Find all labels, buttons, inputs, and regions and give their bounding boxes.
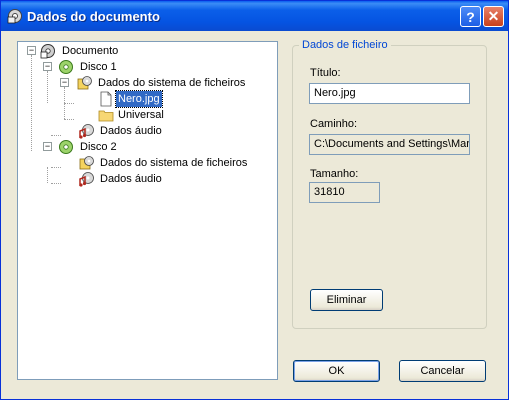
ok-button[interactable]: OK [293,360,380,382]
title-label: Título: [310,67,341,79]
tree-node-audio-data[interactable]: Dados áudio [18,123,218,139]
collapse-toggle[interactable]: − [43,142,52,151]
document-tree[interactable]: − Documento − Disco 1 − Dados do sistema… [17,41,278,380]
filesystem-icon [79,156,94,170]
close-icon: ✕ [487,8,500,24]
tree-node-documento[interactable]: − Documento [18,43,218,59]
cd-burner-icon [40,44,55,59]
collapse-toggle[interactable]: − [43,62,52,71]
file-icon [100,91,112,107]
window-title: Dados do documento [27,9,160,24]
disc-icon [59,60,73,74]
filesystem-icon [77,76,92,90]
tree-node-label: Disco 2 [80,141,117,153]
title-field[interactable]: Nero.jpg [309,83,470,104]
tree-node-label: Dados do sistema de ficheiros [100,157,248,169]
path-field[interactable]: C:\Documents and Settings\Mar [309,134,470,155]
tree-node-label: Documento [62,45,119,57]
collapse-toggle[interactable]: − [60,78,69,87]
audio-data-icon [79,124,94,139]
tree-node-label: Universal [118,109,164,121]
tree-node-nero-jpg[interactable]: Nero.jpg [18,90,218,108]
tree-node-universal[interactable]: Universal [18,107,218,123]
group-title: Dados de ficheiro [299,39,391,51]
tree-node-audio-data[interactable]: Dados áudio [18,171,218,187]
tree-node-label: Dados áudio [100,173,162,185]
tree-node-filesystem-data[interactable]: Dados do sistema de ficheiros [18,155,258,171]
title-bar[interactable]: Dados do documento ? ✕ [1,1,508,31]
size-field[interactable]: 31810 [309,182,380,203]
audio-data-icon [79,172,94,187]
tree-node-label: Disco 1 [80,61,117,73]
help-icon: ? [466,8,475,25]
tree-node-label: Nero.jpg [115,90,163,108]
size-label: Tamanho: [310,168,359,180]
tree-node-label: Dados áudio [100,125,162,137]
disc-icon [59,140,73,154]
cancel-button[interactable]: Cancelar [399,360,486,382]
help-button[interactable]: ? [460,6,481,27]
tree-node-filesystem-data[interactable]: − Dados do sistema de ficheiros [18,75,258,91]
dialog-window: Dados do documento ? ✕ − Documento − Dis… [0,0,509,400]
path-label: Caminho: [310,118,358,130]
delete-button[interactable]: Eliminar [310,289,383,311]
collapse-toggle[interactable]: − [27,46,36,55]
tree-node-label: Dados do sistema de ficheiros [98,77,246,89]
tree-node-disco-1[interactable]: − Disco 1 [18,59,218,75]
tree-node-disco-2[interactable]: − Disco 2 [18,139,218,155]
document-data-icon [7,9,22,24]
close-button[interactable]: ✕ [483,6,504,27]
folder-icon [98,110,114,122]
